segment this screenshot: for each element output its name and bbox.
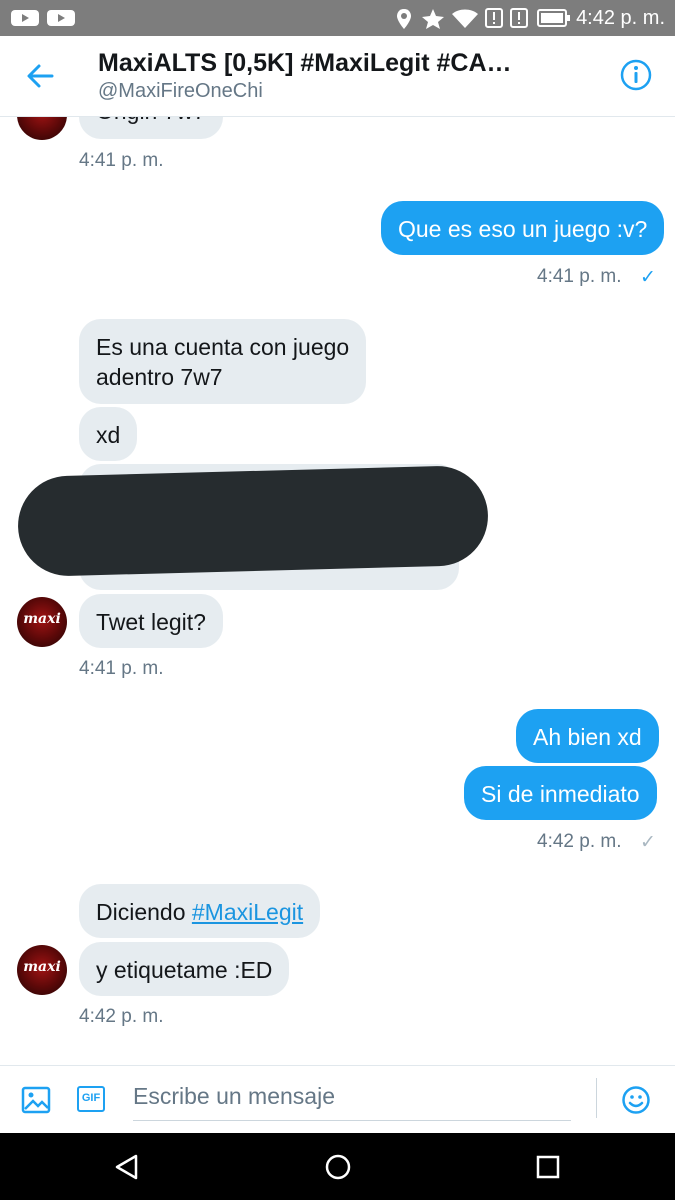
message-bubble-incoming[interactable]: Twet legit? [79,594,223,648]
composer-divider [596,1078,597,1118]
conversation-handle: @MaxiFireOneChi [98,80,263,102]
message-timestamp: 4:41 p. m. [537,266,622,287]
redaction-scribble [16,464,490,578]
battery-icon [537,9,570,27]
message-text-line: adentro 7w7 [96,364,223,390]
youtube-icon [47,10,75,26]
message-bubble-incoming[interactable]: Origin 7w7 [79,117,223,139]
alert-icon [485,8,503,28]
back-arrow-icon[interactable] [24,60,56,92]
sent-check-icon: ✓ [640,832,656,853]
youtube-icon [11,10,39,26]
status-bar: 4:42 p. m. [0,0,675,36]
back-nav-icon[interactable] [114,1154,140,1180]
message-text-line: Es una cuenta con juego [96,334,350,360]
message-bubble-incoming[interactable]: xd [79,407,138,461]
home-nav-icon[interactable] [324,1153,352,1181]
avatar[interactable]: maxi [17,945,67,995]
wifi-icon [452,9,478,28]
location-icon [397,9,411,29]
conversation-header: MaxiALTS [0,5K] #MaxiLegit #CA… @MaxiFir… [0,36,675,117]
emoji-icon[interactable] [621,1085,651,1115]
message-bubble-outgoing[interactable]: Ah bien xd [516,709,659,763]
star-icon [422,9,444,29]
message-timestamp: 4:41 p. m. [79,658,164,679]
info-icon[interactable] [620,59,652,91]
message-bubble-outgoing[interactable]: Si de inmediato [464,766,657,820]
message-text: Diciendo [96,899,192,925]
message-bubble-incoming[interactable]: Diciendo #MaxiLegit [79,884,321,938]
avatar[interactable]: maxi [17,597,67,647]
message-bubble-incoming[interactable]: y etiquetame :ED [79,942,290,996]
message-list[interactable]: maxi Origin 7w7 4:41 p. m. Que es eso un… [0,117,675,1065]
conversation-title: MaxiALTS [0,5K] #MaxiLegit #CA… [98,49,512,77]
message-bubble-incoming[interactable]: Es una cuenta con juego adentro 7w7 [79,319,367,404]
read-check-icon: ✓ [640,267,656,288]
message-timestamp: 4:42 p. m. [537,831,622,852]
message-input[interactable]: Escribe un mensaje [133,1080,571,1121]
gif-icon[interactable]: GIF [77,1086,105,1112]
avatar[interactable]: maxi [17,117,67,140]
message-composer: GIF Escribe un mensaje [0,1065,675,1134]
message-bubble-outgoing[interactable]: Que es eso un juego :v? [381,201,665,255]
system-nav-bar [0,1133,675,1200]
message-timestamp: 4:42 p. m. [79,1006,164,1027]
clock: 4:42 p. m. [576,7,665,29]
image-icon[interactable] [21,1085,51,1115]
recents-nav-icon[interactable] [536,1155,560,1179]
message-timestamp: 4:41 p. m. [79,150,164,171]
alert-icon [510,8,528,28]
hashtag-link[interactable]: #MaxiLegit [192,899,303,925]
